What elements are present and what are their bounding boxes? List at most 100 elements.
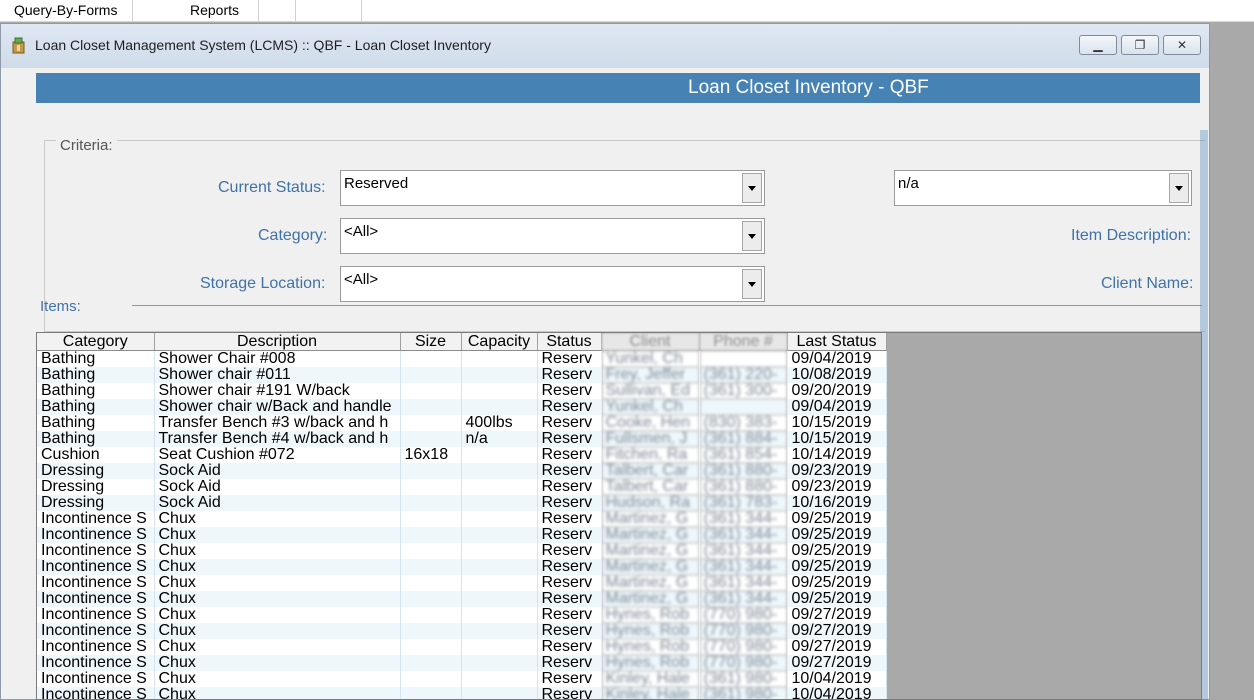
cell-phone[interactable]: (361) 220- (699, 367, 788, 383)
cell-description[interactable]: Seat Cushion #072 (154, 447, 401, 463)
cell-category[interactable]: Bathing (37, 350, 155, 367)
menu-query-by-forms[interactable]: Query-By-Forms (0, 0, 133, 21)
cell-phone[interactable]: (361) 344- (699, 575, 788, 591)
cell-phone[interactable]: (361) 980- (699, 687, 788, 699)
cell-last-status[interactable]: 09/23/2019 (787, 463, 887, 479)
cell-phone[interactable] (699, 399, 788, 415)
cell-phone[interactable]: (830) 383- (699, 415, 788, 431)
cell-client[interactable]: Martinez, G (601, 543, 700, 559)
cell-status[interactable]: Reserv (537, 383, 602, 399)
dropdown-button[interactable] (742, 269, 762, 299)
cell-capacity[interactable] (461, 463, 538, 479)
table-row[interactable]: Incontinence S Chux Reserv Martinez, G (361)… (37, 591, 887, 607)
cell-capacity[interactable] (461, 591, 538, 607)
cell-capacity[interactable] (461, 543, 538, 559)
storage-location-select[interactable]: <All> (340, 266, 765, 302)
cell-capacity[interactable] (461, 623, 538, 639)
cell-client[interactable]: Hynes, Rob (601, 655, 700, 671)
cell-description[interactable]: Chux (154, 687, 401, 699)
close-button[interactable]: ✕ (1163, 35, 1201, 55)
cell-client[interactable]: Martinez, G (601, 511, 700, 527)
cell-category[interactable]: Incontinence S (37, 687, 155, 699)
cell-size[interactable] (400, 639, 462, 655)
cell-phone[interactable]: (361) 880- (699, 479, 788, 495)
cell-client[interactable]: Yunkel, Ch (601, 399, 700, 415)
cell-capacity[interactable] (461, 367, 538, 383)
cell-description[interactable]: Sock Aid (154, 479, 401, 495)
cell-category[interactable]: Incontinence S (37, 511, 155, 527)
cell-status[interactable]: Reserv (537, 447, 602, 463)
table-row[interactable]: Incontinence S Chux Reserv Martinez, G (361)… (37, 543, 887, 559)
cell-size[interactable] (400, 367, 462, 383)
cell-capacity[interactable] (461, 399, 538, 415)
cell-last-status[interactable]: 09/25/2019 (787, 543, 887, 559)
cell-capacity[interactable] (461, 479, 538, 495)
cell-status[interactable]: Reserv (537, 655, 602, 671)
table-row[interactable]: Cushion Seat Cushion #072 16x18 Reserv Fitch… (37, 447, 887, 463)
cell-status[interactable]: Reserv (537, 367, 602, 383)
cell-size[interactable] (400, 479, 462, 495)
cell-phone[interactable]: (770) 980- (699, 639, 788, 655)
cell-status[interactable]: Reserv (537, 687, 602, 699)
table-row[interactable]: Bathing Transfer Bench #3 w/back and h 400… (37, 415, 887, 431)
cell-category[interactable]: Dressing (37, 495, 155, 511)
cell-status[interactable]: Reserv (537, 559, 602, 575)
minimize-button[interactable]: ▁ (1079, 35, 1117, 55)
cell-capacity[interactable] (461, 687, 538, 699)
table-row[interactable]: Incontinence S Chux Reserv Hynes, Rob (770) … (37, 607, 887, 623)
cell-client[interactable]: Martinez, G (601, 575, 700, 591)
cell-last-status[interactable]: 09/20/2019 (787, 383, 887, 399)
cell-size[interactable] (400, 687, 462, 699)
cell-client[interactable]: Hynes, Rob (601, 607, 700, 623)
cell-phone[interactable]: (361) 344- (699, 511, 788, 527)
cell-description[interactable]: Chux (154, 655, 401, 671)
cell-last-status[interactable]: 10/04/2019 (787, 671, 887, 687)
cell-last-status[interactable]: 10/08/2019 (787, 367, 887, 383)
cell-category[interactable]: Incontinence S (37, 543, 155, 559)
column-header-size[interactable]: Size (400, 333, 462, 351)
cell-phone[interactable]: (361) 880- (699, 463, 788, 479)
cell-description[interactable]: Chux (154, 639, 401, 655)
cell-description[interactable]: Chux (154, 511, 401, 527)
cell-phone[interactable]: (361) 344- (699, 559, 788, 575)
cell-last-status[interactable]: 09/25/2019 (787, 511, 887, 527)
cell-capacity[interactable] (461, 559, 538, 575)
cell-phone[interactable]: (361) 854- (699, 447, 788, 463)
cell-last-status[interactable]: 10/15/2019 (787, 431, 887, 447)
cell-last-status[interactable]: 09/23/2019 (787, 479, 887, 495)
cell-status[interactable]: Reserv (537, 623, 602, 639)
column-header-status[interactable]: Status (537, 333, 602, 351)
cell-status[interactable]: Reserv (537, 511, 602, 527)
column-header-last-status[interactable]: Last Status (787, 333, 887, 351)
cell-phone[interactable]: (361) 783- (699, 495, 788, 511)
cell-client[interactable]: Kinley, Hale (601, 687, 700, 699)
column-header-capacity[interactable]: Capacity (461, 333, 538, 351)
cell-last-status[interactable]: 09/25/2019 (787, 559, 887, 575)
cell-status[interactable]: Reserv (537, 607, 602, 623)
cell-last-status[interactable]: 09/27/2019 (787, 639, 887, 655)
table-row[interactable]: Bathing Shower chair w/Back and handle Res… (37, 399, 887, 415)
cell-size[interactable]: 16x18 (400, 447, 462, 463)
cell-category[interactable]: Dressing (37, 479, 155, 495)
cell-client[interactable]: Talbert, Car (601, 463, 700, 479)
cell-last-status[interactable]: 09/04/2019 (787, 399, 887, 415)
table-row[interactable]: Dressing Sock Aid Reserv Talbert, Car (361) … (37, 479, 887, 495)
cell-size[interactable] (400, 527, 462, 543)
cell-size[interactable] (400, 511, 462, 527)
cell-capacity[interactable] (461, 671, 538, 687)
cell-last-status[interactable]: 09/25/2019 (787, 527, 887, 543)
cell-client[interactable]: Hudson, Ra (601, 495, 700, 511)
cell-last-status[interactable]: 10/14/2019 (787, 447, 887, 463)
cell-category[interactable]: Incontinence S (37, 575, 155, 591)
table-row[interactable]: Incontinence S Chux Reserv Martinez, G (361)… (37, 559, 887, 575)
cell-size[interactable] (400, 463, 462, 479)
cell-category[interactable]: Bathing (37, 415, 155, 431)
cell-phone[interactable]: (361) 300- (699, 383, 788, 399)
cell-size[interactable] (400, 591, 462, 607)
cell-phone[interactable]: (361) 344- (699, 591, 788, 607)
cell-size[interactable] (400, 559, 462, 575)
cell-category[interactable]: Incontinence S (37, 623, 155, 639)
current-status-select[interactable]: Reserved (340, 170, 765, 206)
cell-last-status[interactable]: 09/27/2019 (787, 607, 887, 623)
cell-status[interactable]: Reserv (537, 575, 602, 591)
